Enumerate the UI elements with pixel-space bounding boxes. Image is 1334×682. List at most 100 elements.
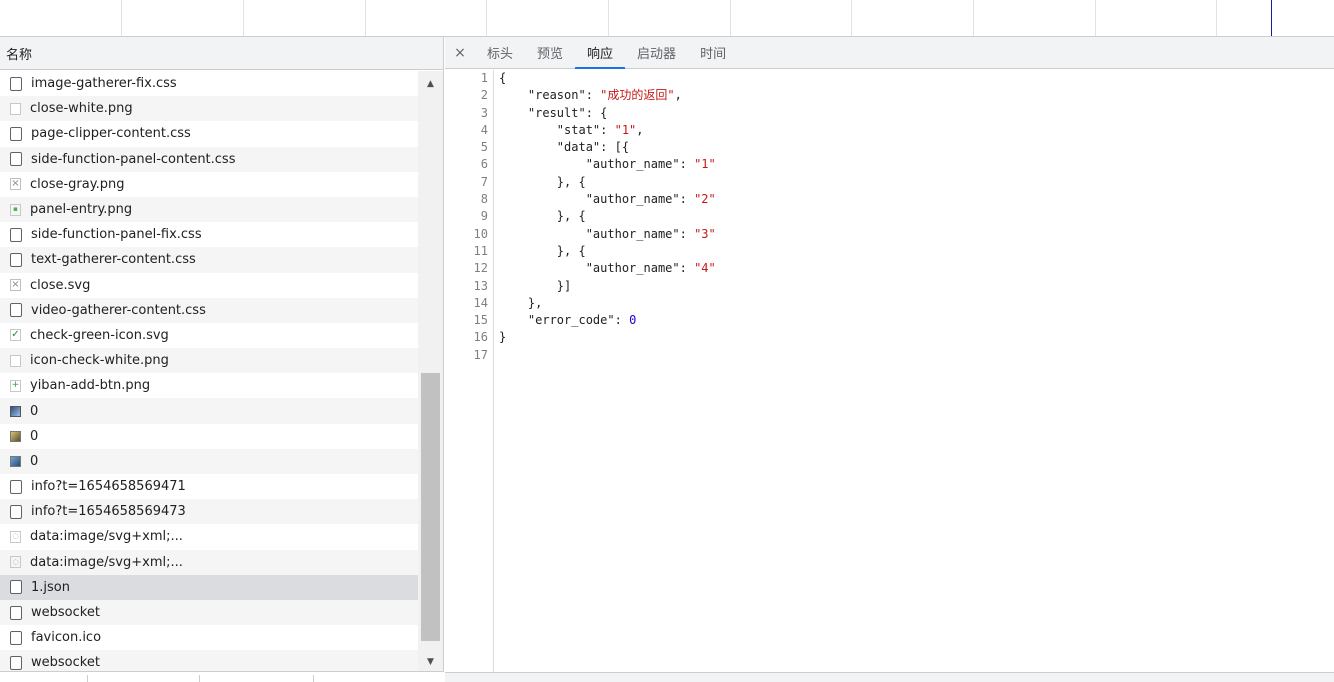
code-token: : bbox=[679, 226, 695, 241]
line-number: 3 bbox=[480, 105, 488, 120]
code-token: : { bbox=[585, 105, 608, 120]
line-number: 5 bbox=[480, 140, 488, 155]
document-icon bbox=[10, 126, 22, 141]
tab-preview[interactable]: 预览 bbox=[525, 37, 575, 68]
request-row[interactable]: text-gatherer-content.css bbox=[0, 247, 418, 273]
request-row[interactable]: 0 bbox=[0, 448, 418, 474]
document-icon bbox=[10, 303, 22, 318]
tab-response[interactable]: 响应 bbox=[575, 37, 626, 69]
request-row[interactable]: video-gatherer-content.css bbox=[0, 297, 418, 323]
document-icon bbox=[10, 479, 22, 494]
request-row[interactable]: page-clipper-content.css bbox=[0, 121, 418, 146]
request-row[interactable]: 0 bbox=[0, 424, 418, 449]
request-row[interactable]: favicon.ico bbox=[0, 625, 418, 650]
name-column-label: 名称 bbox=[6, 47, 33, 63]
request-row[interactable]: ◌ data:image/svg+xml;... bbox=[0, 549, 418, 575]
tab-label: 预览 bbox=[537, 47, 564, 62]
line-number: 7 bbox=[480, 174, 488, 189]
code-token: : bbox=[679, 192, 695, 207]
response-body[interactable]: { "reason": "成功的返回", "result": { "stat":… bbox=[499, 70, 716, 364]
line-number: 9 bbox=[480, 209, 488, 224]
request-name: text-gatherer-content.css bbox=[31, 252, 196, 268]
close-image-icon: × bbox=[10, 178, 21, 191]
request-name: side-function-panel-content.css bbox=[31, 151, 236, 167]
code-line: } bbox=[499, 329, 716, 346]
request-name: websocket bbox=[31, 605, 100, 621]
line-number: 12 bbox=[473, 261, 488, 276]
document-icon bbox=[10, 504, 22, 519]
request-name: video-gatherer-content.css bbox=[31, 302, 206, 318]
code-token: } bbox=[499, 330, 507, 345]
name-column-header[interactable]: 名称 bbox=[0, 37, 443, 70]
request-row[interactable]: + yiban-add-btn.png bbox=[0, 373, 418, 398]
code-line: "stat": "1", bbox=[499, 122, 716, 139]
tab-label: 启动器 bbox=[637, 47, 677, 62]
line-number: 13 bbox=[473, 278, 488, 293]
request-row[interactable]: image-gatherer-fix.css bbox=[0, 71, 418, 96]
tab-timing[interactable]: 时间 bbox=[688, 37, 738, 68]
code-token: : bbox=[585, 88, 601, 103]
request-row[interactable]: ◌ data:image/svg+xml;... bbox=[0, 524, 418, 549]
response-code-viewer[interactable]: 1 2 3 4 5 6 7 8 9 10 11 12 13 14 15 16 17 { "reason": "成… bbox=[445, 70, 1334, 672]
timeline-gridline bbox=[365, 0, 366, 36]
request-row[interactable]: close-white.png bbox=[0, 96, 418, 122]
request-row[interactable]: info?t=1654658569473 bbox=[0, 499, 418, 525]
image-thumbnail-icon bbox=[10, 430, 21, 442]
request-list-scrollbar[interactable]: ▲ ▼ bbox=[418, 71, 443, 671]
document-icon bbox=[10, 630, 22, 645]
request-name: 0 bbox=[30, 428, 39, 444]
request-row[interactable]: websocket bbox=[0, 650, 418, 671]
line-number: 11 bbox=[473, 243, 488, 258]
code-line: }, { bbox=[499, 243, 716, 260]
request-name: 0 bbox=[30, 403, 39, 419]
request-row[interactable]: icon-check-white.png bbox=[0, 348, 418, 374]
scrollbar-thumb[interactable] bbox=[421, 373, 440, 641]
code-token: "1" bbox=[614, 122, 637, 137]
request-row[interactable]: ✓ check-green-icon.svg bbox=[0, 323, 418, 348]
code-line: "data": [{ bbox=[499, 139, 716, 156]
timeline-overview[interactable] bbox=[0, 0, 1334, 37]
request-row[interactable]: × close-gray.png bbox=[0, 172, 418, 197]
request-row[interactable]: side-function-panel-content.css bbox=[0, 146, 418, 172]
request-row[interactable]: 0 bbox=[0, 398, 418, 424]
code-line: }, { bbox=[499, 174, 716, 191]
request-row[interactable]: × close.svg bbox=[0, 273, 418, 298]
code-token: "data" bbox=[556, 140, 601, 155]
image-thumbnail-icon bbox=[10, 455, 21, 467]
image-icon bbox=[10, 102, 21, 115]
request-row[interactable]: side-function-panel-fix.css bbox=[0, 222, 418, 247]
request-row[interactable]: 1.json bbox=[0, 574, 418, 600]
request-name: check-green-icon.svg bbox=[30, 327, 169, 343]
scroll-down-arrow-icon[interactable]: ▼ bbox=[418, 653, 443, 671]
code-token: "author_name" bbox=[585, 226, 680, 241]
request-name: 0 bbox=[30, 453, 39, 469]
code-token: , bbox=[636, 122, 644, 137]
request-name: close-white.png bbox=[30, 101, 133, 117]
request-name: icon-check-white.png bbox=[30, 353, 169, 369]
code-line: "result": { bbox=[499, 105, 716, 122]
code-token: }] bbox=[499, 278, 572, 293]
document-icon bbox=[10, 76, 22, 91]
footer-divider bbox=[87, 675, 88, 682]
line-number: 2 bbox=[480, 88, 488, 103]
code-token: : bbox=[614, 313, 630, 328]
code-line: "error_code": 0 bbox=[499, 312, 716, 329]
request-row[interactable]: info?t=1654658569471 bbox=[0, 474, 418, 499]
request-row[interactable]: websocket bbox=[0, 599, 418, 626]
tab-initiator[interactable]: 启动器 bbox=[625, 37, 688, 68]
code-token: : [{ bbox=[600, 140, 630, 155]
tab-headers[interactable]: 标头 bbox=[475, 37, 525, 68]
line-number: 15 bbox=[473, 313, 488, 328]
close-icon[interactable]: × bbox=[445, 37, 475, 68]
code-token: }, { bbox=[499, 243, 586, 258]
scroll-up-arrow-icon[interactable]: ▲ bbox=[418, 75, 443, 93]
request-name: data:image/svg+xml;... bbox=[30, 554, 183, 570]
request-name: 1.json bbox=[31, 579, 70, 595]
request-row[interactable]: ▪ panel-entry.png bbox=[0, 196, 418, 223]
code-line: "reason": "成功的返回", bbox=[499, 87, 716, 104]
code-token: "2" bbox=[694, 192, 716, 207]
request-name: panel-entry.png bbox=[30, 202, 133, 218]
